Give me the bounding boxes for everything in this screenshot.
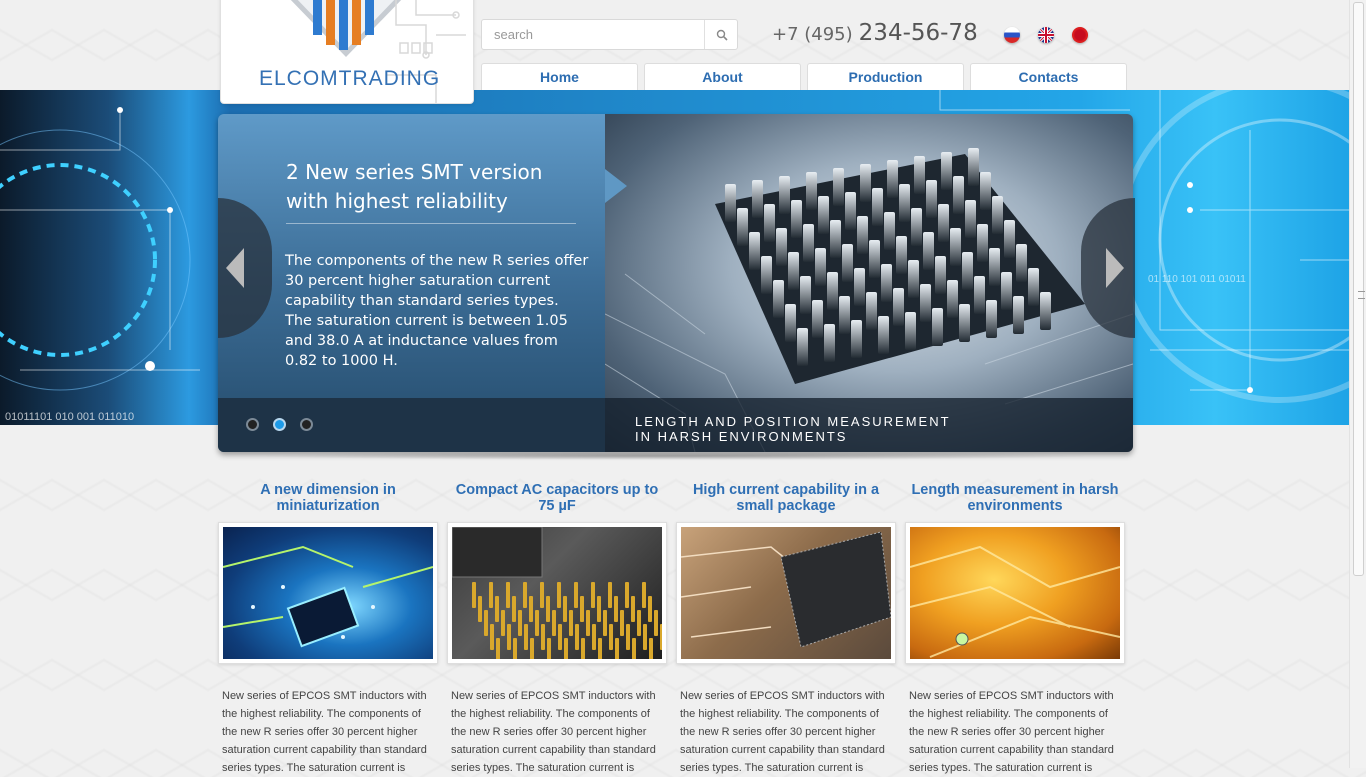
phone-digits: 234-56-78: [858, 20, 978, 46]
logo[interactable]: ELCOMTRADING: [220, 0, 474, 104]
arrow-left-icon: [226, 248, 244, 288]
card-image-circuit-board: [223, 527, 433, 659]
slide-caption: LENGTH AND POSITION MEASUREMENT IN HARSH…: [635, 414, 951, 444]
card-image-art: [223, 545, 433, 648]
slide-pointer: [605, 169, 627, 203]
uk-flag-icon[interactable]: [1038, 27, 1054, 43]
card-title[interactable]: Compact AC capacitors up to 75 µF: [451, 481, 663, 516]
phone-number: +7 (495) 234-56-78: [772, 20, 978, 46]
brand-name: ELCOMTRADING: [259, 67, 441, 90]
slider-shadow: [250, 452, 1100, 460]
card-title[interactable]: Length measurement in harsh environments: [909, 481, 1121, 516]
phone-code: +7 (495): [772, 24, 853, 45]
slide-title: 2 New series SMT version with highest re…: [286, 160, 543, 213]
card-image-frame[interactable]: [905, 522, 1125, 664]
slide-description: The components of the new R series offer…: [285, 253, 589, 369]
news-card: High current capability in a small packa…: [676, 481, 896, 774]
slide-caption-line-1: LENGTH AND POSITION MEASUREMENT: [635, 414, 951, 429]
card-title[interactable]: High current capability in a small packa…: [680, 481, 892, 516]
card-image-cpu-pins: [452, 527, 662, 659]
card-image-frame[interactable]: [447, 522, 667, 664]
card-text: New series of EPCOS SMT inductors with t…: [222, 690, 427, 774]
slide-caption-line-2: IN HARSH ENVIRONMENTS: [635, 429, 848, 444]
scrollbar-grip: [1358, 291, 1365, 299]
scrollbar-thumb[interactable]: [1353, 2, 1365, 576]
card-image-chip-board: [681, 527, 891, 659]
vertical-scrollbar[interactable]: [1349, 0, 1366, 768]
card-text: New series of EPCOS SMT inductors with t…: [680, 690, 885, 774]
binary-text-left: 01011101 010 001 011010: [5, 411, 134, 423]
card-title[interactable]: A new dimension in miniaturization: [222, 481, 434, 516]
search-box: [481, 19, 738, 50]
japan-flag-icon[interactable]: [1072, 27, 1088, 43]
nav-contacts[interactable]: Contacts: [970, 63, 1127, 91]
search-button[interactable]: [704, 20, 738, 49]
news-card: A new dimension in miniaturization New s…: [218, 481, 438, 774]
slide-caption-bar: LENGTH AND POSITION MEASUREMENT IN HARSH…: [605, 398, 1133, 452]
card-text: New series of EPCOS SMT inductors with t…: [909, 690, 1114, 774]
binary-text-right: 01 110 101 011 01011: [1148, 274, 1246, 285]
nav-production[interactable]: Production: [807, 63, 964, 91]
card-image-art: [681, 531, 891, 648]
card-image-art: [452, 527, 662, 659]
slider-dot-2[interactable]: [273, 418, 286, 431]
card-image-golden-board: [910, 527, 1120, 659]
slider-dot-3[interactable]: [300, 418, 313, 431]
nav-home[interactable]: Home: [481, 63, 638, 91]
news-card: Length measurement in harsh environments…: [905, 481, 1125, 774]
search-input[interactable]: [482, 20, 692, 49]
card-image-frame[interactable]: [218, 522, 438, 664]
slider-dot-1[interactable]: [246, 418, 259, 431]
nav-about[interactable]: About: [644, 63, 801, 91]
hero-slider: 2 New series SMT version with highest re…: [218, 114, 1133, 452]
russian-flag-icon[interactable]: [1004, 27, 1020, 43]
news-card: Compact AC capacitors up to 75 µF New se…: [447, 481, 667, 774]
arrow-right-icon: [1106, 248, 1124, 288]
slide-divider: [286, 223, 576, 224]
search-icon: [716, 29, 728, 41]
card-text: New series of EPCOS SMT inductors with t…: [451, 690, 656, 774]
card-image-art: [910, 545, 1120, 658]
card-image-frame[interactable]: [676, 522, 896, 664]
